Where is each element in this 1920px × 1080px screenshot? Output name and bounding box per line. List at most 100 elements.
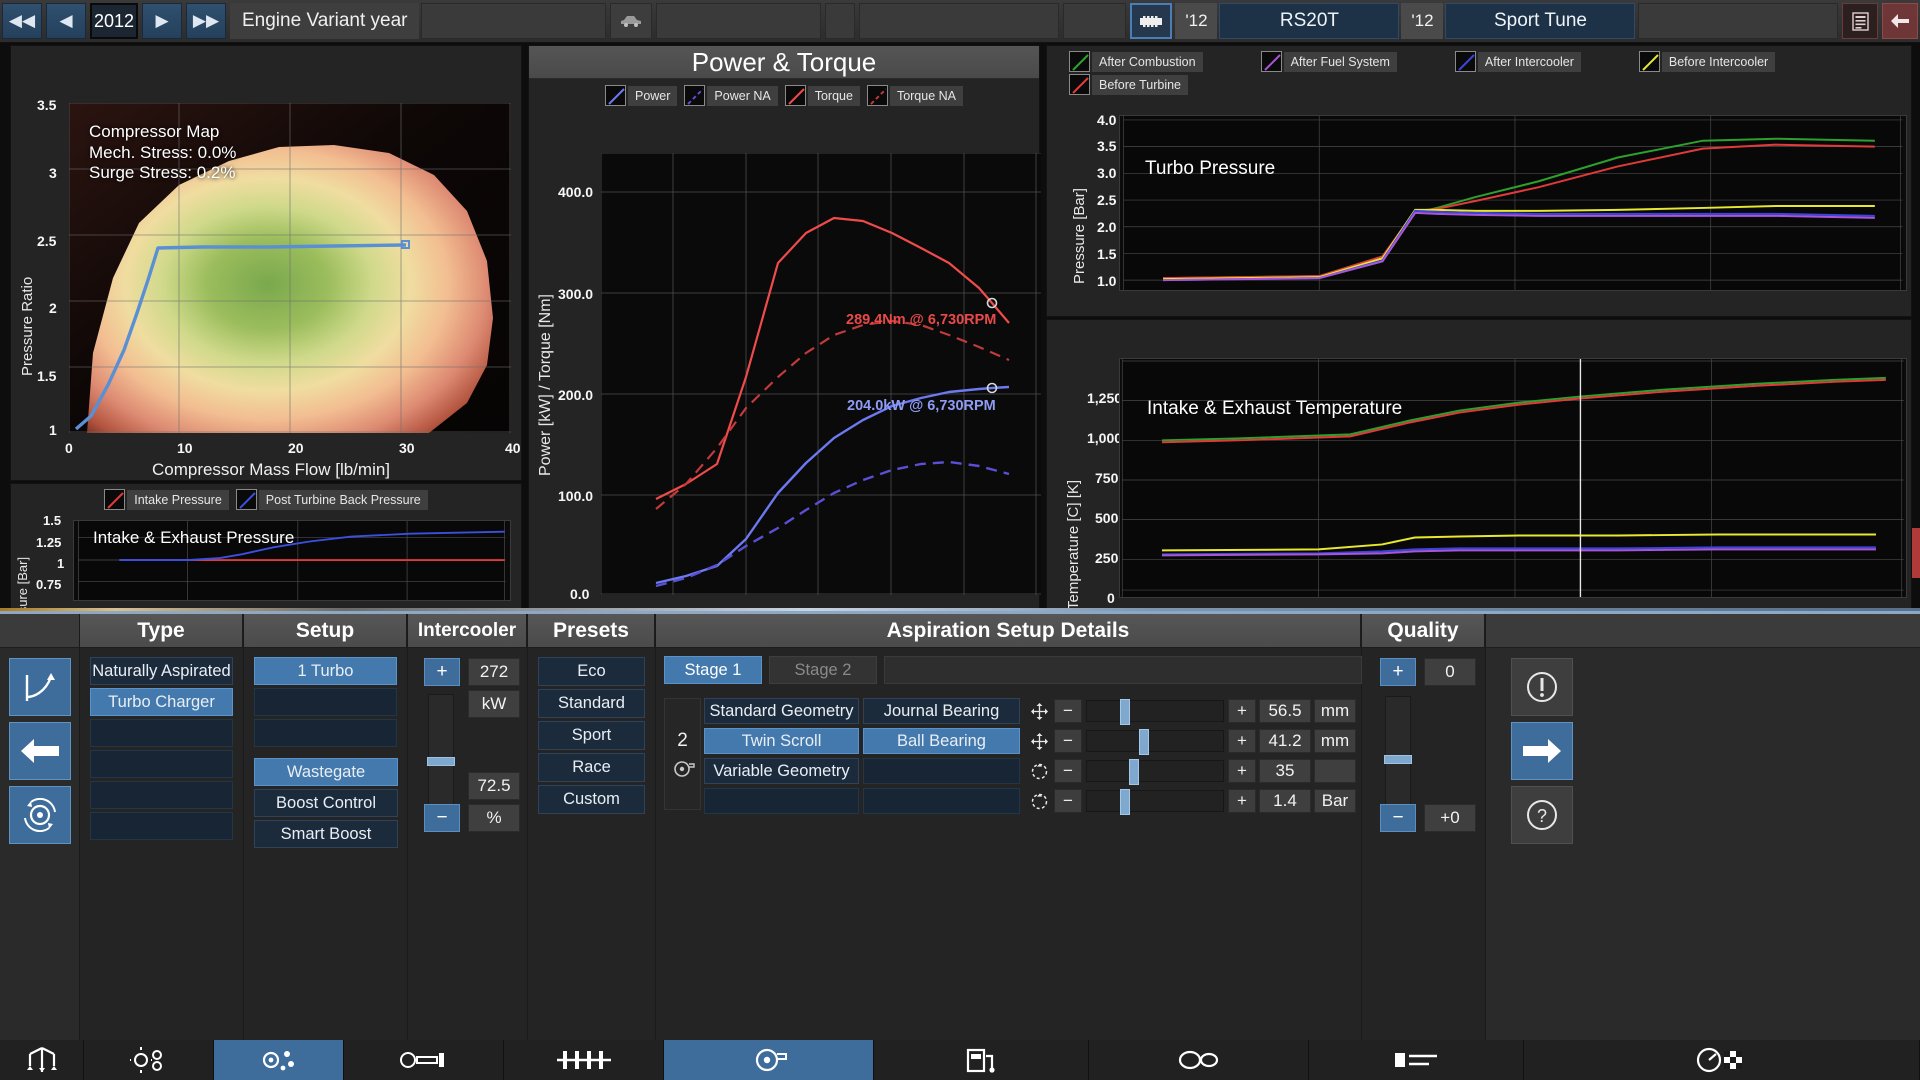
step-forward-icon[interactable]: ▶ xyxy=(142,3,182,39)
car-icon[interactable] xyxy=(610,3,653,39)
rotate-icon[interactable] xyxy=(1026,792,1052,811)
preset-race[interactable]: Race xyxy=(538,753,645,782)
intercooler-minus-button[interactable]: − xyxy=(424,804,460,832)
legend-item[interactable]: Intake Pressure xyxy=(104,489,229,510)
quality-slider[interactable] xyxy=(1384,696,1412,814)
engine-family-name[interactable]: RS20T xyxy=(1219,3,1400,39)
bearing-empty-2[interactable] xyxy=(863,788,1020,814)
step-back-icon[interactable]: ◀ xyxy=(46,3,86,39)
tab-family[interactable] xyxy=(0,1040,84,1080)
engine-variant-name[interactable]: Sport Tune xyxy=(1445,3,1636,39)
right-arrow-icon[interactable] xyxy=(1511,722,1573,780)
row4-slider-knob[interactable] xyxy=(1119,789,1130,815)
type-option-empty-2[interactable] xyxy=(90,750,233,778)
row2-minus-button[interactable]: − xyxy=(1054,729,1082,753)
geometry-twin-scroll[interactable]: Twin Scroll xyxy=(704,728,859,754)
setup-option-smart-boost[interactable]: Smart Boost xyxy=(254,820,398,848)
help-icon[interactable]: ? xyxy=(1511,786,1573,844)
car-name-field[interactable] xyxy=(656,3,822,39)
intercooler-header: Intercooler xyxy=(408,614,527,648)
tab-turbo[interactable] xyxy=(664,1040,874,1080)
row3-slider-knob[interactable] xyxy=(1129,759,1140,785)
legend-item[interactable]: Torque NA xyxy=(866,85,963,106)
intercooler-slider[interactable] xyxy=(427,694,455,814)
tab-camshaft[interactable] xyxy=(504,1040,664,1080)
tab-valvetrain[interactable] xyxy=(344,1040,504,1080)
skip-back-icon[interactable]: ◀◀ xyxy=(2,3,42,39)
tab-exhaust[interactable] xyxy=(1089,1040,1309,1080)
warning-icon[interactable] xyxy=(1511,658,1573,716)
legend-item[interactable]: Post Turbine Back Pressure xyxy=(235,489,428,510)
row2-slider-knob[interactable] xyxy=(1138,729,1149,755)
geometry-standard[interactable]: Standard Geometry xyxy=(704,698,859,724)
back-arrow-icon[interactable] xyxy=(1882,3,1918,39)
setup-option-empty-2[interactable] xyxy=(254,719,397,747)
row1-plus-button[interactable]: + xyxy=(1228,699,1256,723)
turbo-count-cell[interactable]: 2 xyxy=(664,698,701,810)
bearing-journal[interactable]: Journal Bearing xyxy=(863,698,1020,724)
tab-engine-parts[interactable] xyxy=(84,1040,214,1080)
left-arrow-icon[interactable] xyxy=(9,722,71,780)
tab-results[interactable] xyxy=(1524,1040,1920,1080)
skip-forward-icon[interactable]: ▶▶ xyxy=(186,3,226,39)
row3-slider[interactable] xyxy=(1086,759,1224,785)
legend-item[interactable]: After Combustion xyxy=(1069,51,1203,72)
setup-option-1-turbo[interactable]: 1 Turbo xyxy=(254,657,397,685)
tab-tune[interactable] xyxy=(1309,1040,1524,1080)
report-icon[interactable] xyxy=(1842,3,1878,39)
quality-minus-button[interactable]: − xyxy=(1380,804,1416,832)
iep-legend: Intake Pressure Post Turbine Back Pressu… xyxy=(11,484,521,514)
row2-slider[interactable] xyxy=(1086,729,1224,755)
engine-block-icon[interactable] xyxy=(1130,3,1173,39)
stage-1-tab[interactable]: Stage 1 xyxy=(664,656,762,684)
tab-fuel-system[interactable] xyxy=(874,1040,1089,1080)
row4-plus-button[interactable]: + xyxy=(1228,789,1256,813)
curve-graph-icon[interactable] xyxy=(9,658,71,716)
row4-slider[interactable] xyxy=(1086,789,1224,815)
intercooler-slider-knob[interactable] xyxy=(427,757,455,766)
geometry-empty[interactable] xyxy=(704,788,859,814)
setup-option-empty-1[interactable] xyxy=(254,688,397,716)
row4-minus-button[interactable]: − xyxy=(1054,789,1082,813)
compressor-ytick: 2 xyxy=(49,300,57,316)
type-option-turbo-charger[interactable]: Turbo Charger xyxy=(90,688,233,716)
legend-item[interactable]: Before Intercooler xyxy=(1638,51,1776,72)
quality-slider-knob[interactable] xyxy=(1384,755,1412,764)
legend-item[interactable]: Before Turbine xyxy=(1069,74,1188,95)
row1-slider-knob[interactable] xyxy=(1119,699,1130,725)
type-option-empty-3[interactable] xyxy=(90,781,233,809)
preset-eco[interactable]: Eco xyxy=(538,657,645,686)
turbo-refresh-icon[interactable] xyxy=(9,786,71,844)
tab-aspiration[interactable] xyxy=(214,1040,344,1080)
row3-minus-button[interactable]: − xyxy=(1054,759,1082,783)
trim-name-field[interactable] xyxy=(859,3,1060,39)
move-both-icon[interactable] xyxy=(1026,732,1052,751)
geometry-variable[interactable]: Variable Geometry xyxy=(704,758,859,784)
legend-item[interactable]: Power xyxy=(604,85,678,106)
intercooler-plus-button[interactable]: + xyxy=(424,658,460,686)
bearing-ball[interactable]: Ball Bearing xyxy=(863,728,1020,754)
rotate-icon[interactable] xyxy=(1026,762,1052,781)
top-toolbar: ◀◀ ◀ 2012 ▶ ▶▶ Engine Variant year '12 R… xyxy=(0,0,1920,43)
legend-item[interactable]: Power NA xyxy=(684,85,778,106)
row3-plus-button[interactable]: + xyxy=(1228,759,1256,783)
legend-item[interactable]: After Intercooler xyxy=(1454,51,1581,72)
setup-option-wastegate[interactable]: Wastegate xyxy=(254,758,398,786)
row1-minus-button[interactable]: − xyxy=(1054,699,1082,723)
setup-option-boost-control[interactable]: Boost Control xyxy=(254,789,398,817)
row1-slider[interactable] xyxy=(1086,699,1224,725)
stage-2-tab[interactable]: Stage 2 xyxy=(769,656,877,684)
preset-custom[interactable]: Custom xyxy=(538,785,645,814)
type-option-empty-4[interactable] xyxy=(90,812,233,840)
row2-plus-button[interactable]: + xyxy=(1228,729,1256,753)
preset-sport[interactable]: Sport xyxy=(538,721,645,750)
legend-item[interactable]: After Fuel System xyxy=(1260,51,1397,72)
quality-plus-button[interactable]: + xyxy=(1380,658,1416,686)
type-option-empty-1[interactable] xyxy=(90,719,233,747)
bearing-empty-1[interactable] xyxy=(863,758,1020,784)
engine-variant-year-value[interactable]: 2012 xyxy=(90,3,138,39)
move-both-icon[interactable] xyxy=(1026,702,1052,721)
legend-item[interactable]: Torque xyxy=(784,85,860,106)
type-option-naturally-aspirated[interactable]: Naturally Aspirated xyxy=(90,657,233,685)
preset-standard[interactable]: Standard xyxy=(538,689,645,718)
